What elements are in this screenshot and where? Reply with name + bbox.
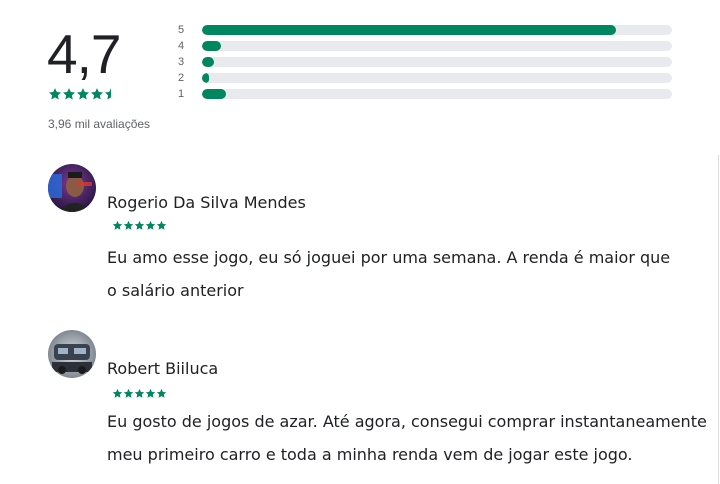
review-count: 3,96 mil avaliações [48, 117, 151, 131]
star-icon [123, 388, 134, 398]
star-icon [48, 88, 62, 100]
review-text-line: Eu amo esse jogo, eu só joguei por uma s… [107, 248, 671, 267]
rating-bar-track [202, 89, 672, 99]
rating-bar-track [202, 41, 672, 51]
review-card: Robert Biiluca Eu gosto de jogos de azar… [48, 330, 707, 480]
rating-bar-label: 1 [178, 88, 185, 100]
rating-bar-fill [202, 73, 210, 83]
star-icon [123, 220, 134, 230]
star-icon [145, 388, 156, 398]
star-icon [156, 388, 167, 398]
star-icon [76, 88, 90, 100]
avatar-image [48, 330, 96, 378]
avatar[interactable] [48, 330, 96, 378]
rating-bar-label: 4 [178, 40, 185, 52]
review-text-line: Eu gosto de jogos de azar. Até agora, co… [107, 412, 707, 431]
review-text-line: o salário anterior [107, 281, 244, 300]
review-star-rating [112, 388, 167, 399]
reviewer-name: Robert Biiluca [107, 359, 219, 378]
rating-bar-track [202, 57, 672, 67]
review-text-line: meu primeiro carro e toda a minha renda … [107, 445, 633, 464]
star-icon [112, 388, 123, 398]
rating-bar-fill [202, 57, 214, 67]
star-icon [90, 88, 104, 100]
avatar[interactable] [48, 164, 96, 212]
rating-bar-row: 5 [178, 23, 678, 39]
star-icon [156, 220, 167, 230]
avatar-image [48, 164, 96, 212]
star-icon [62, 88, 76, 100]
rating-bar-label: 2 [178, 72, 185, 84]
rating-summary: 4,7 3,96 mil avaliações 5 4 3 2 1 [0, 0, 720, 150]
rating-bar-label: 5 [178, 24, 185, 36]
reviewer-name: Rogerio Da Silva Mendes [107, 193, 306, 212]
review-card: Rogerio Da Silva Mendes Eu amo esse jogo… [48, 164, 688, 314]
rating-bar-track [202, 73, 672, 83]
star-icon [145, 220, 156, 230]
star-icon [112, 220, 123, 230]
review-star-rating [112, 220, 167, 231]
review-text: Eu amo esse jogo, eu só joguei por uma s… [107, 241, 707, 307]
star-icon [134, 220, 145, 230]
rating-bar-fill [202, 25, 616, 35]
star-icon [134, 388, 145, 398]
rating-bar-row: 3 [178, 55, 678, 71]
rating-bar-row: 1 [178, 87, 678, 103]
average-rating: 4,7 [47, 23, 121, 85]
rating-bar-fill [202, 41, 221, 51]
rating-bar-label: 3 [178, 56, 185, 68]
rating-bar-row: 2 [178, 71, 678, 87]
rating-bar-track [202, 25, 672, 35]
half-star-icon [104, 88, 111, 100]
average-star-rating [48, 87, 118, 101]
rating-bar-fill [202, 89, 226, 99]
divider [718, 155, 719, 484]
rating-bar-row: 4 [178, 39, 678, 55]
rating-distribution: 5 4 3 2 1 [178, 23, 678, 103]
review-text: Eu gosto de jogos de azar. Até agora, co… [107, 405, 707, 471]
